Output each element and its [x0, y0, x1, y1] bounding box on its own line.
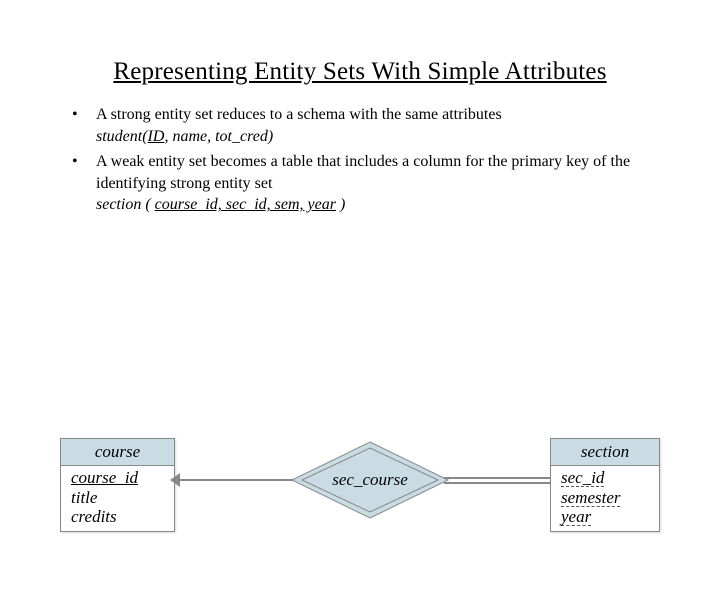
entity-attr-discriminator: year — [561, 508, 591, 526]
connector-line — [444, 477, 550, 479]
slide-title: Representing Entity Sets With Simple Att… — [0, 58, 720, 86]
bullet-item: • A strong entity set reduces to a schem… — [72, 104, 648, 147]
bullet-list: • A strong entity set reduces to a schem… — [72, 104, 648, 216]
schema-pk: ID — [148, 128, 165, 145]
connector-line — [175, 479, 296, 481]
entity-course: course course_id title credits — [60, 438, 175, 532]
relationship-label: sec_course — [290, 440, 450, 520]
bullet-item: • A weak entity set becomes a table that… — [72, 151, 648, 216]
bullet-marker: • — [72, 104, 96, 147]
schema-rest: , name, tot_cred) — [164, 128, 273, 145]
entity-attr-pk: course_id — [71, 468, 138, 487]
schema-name: student( — [96, 128, 148, 145]
entity-attr: credits — [71, 507, 164, 527]
entity-attr-discriminator: sec_id — [561, 469, 604, 487]
entity-name: section — [551, 439, 659, 466]
er-diagram: course course_id title credits sec_cours… — [60, 438, 660, 558]
entity-attr-discriminator: semester — [561, 489, 620, 507]
entity-name: course — [61, 439, 174, 466]
entity-attr: title — [71, 488, 164, 508]
entity-section: section sec_id semester year — [550, 438, 660, 532]
bullet-text: A weak entity set becomes a table that i… — [96, 153, 630, 192]
relationship-diamond: sec_course — [290, 440, 450, 520]
connector-line — [444, 482, 550, 484]
schema-rest: ) — [336, 196, 345, 213]
bullet-text: A strong entity set reduces to a schema … — [96, 106, 502, 123]
schema-pk: course_id, sec_id, sem, year — [155, 196, 336, 213]
schema-name: section ( — [96, 196, 155, 213]
bullet-marker: • — [72, 151, 96, 216]
